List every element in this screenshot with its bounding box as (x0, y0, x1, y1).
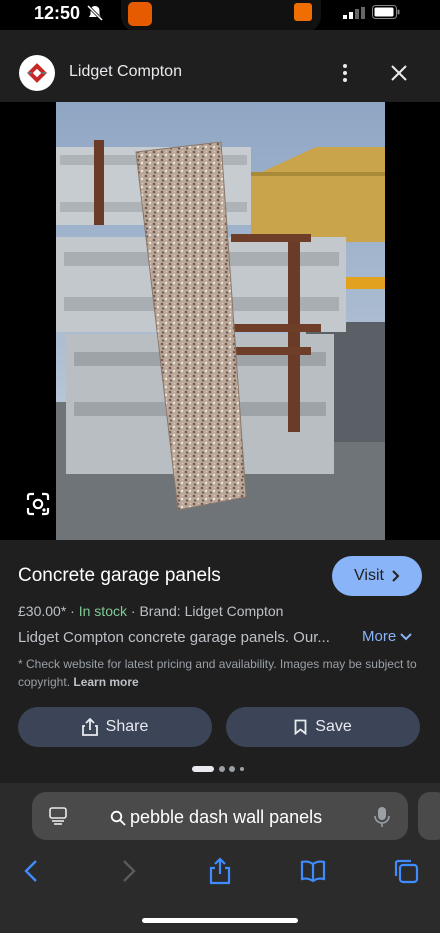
tabs-icon[interactable] (48, 806, 68, 826)
shopping-bag-icon (294, 3, 312, 21)
product-meta: £30.00* · In stock · Brand: Lidget Compt… (18, 603, 283, 619)
product-title[interactable]: Concrete garage panels (18, 565, 221, 587)
bookmarks-icon[interactable] (299, 857, 327, 885)
product-image[interactable] (56, 102, 385, 540)
close-icon[interactable] (389, 63, 409, 83)
header (0, 30, 440, 102)
disclaimer: * Check website for latest pricing and a… (18, 655, 418, 691)
price: £30.00* (18, 603, 67, 619)
product-description: Lidget Compton concrete garage panels. O… (18, 629, 330, 646)
status-time: 12:50 (34, 3, 81, 23)
separator: · (130, 603, 136, 619)
share-label: Share (105, 718, 149, 735)
page-indicator (192, 766, 244, 772)
save-label: Save (315, 718, 352, 735)
battery-icon (372, 5, 400, 19)
more-label: More (362, 628, 397, 645)
bell-slash-icon (86, 4, 104, 22)
tabs-overview-icon[interactable] (392, 857, 420, 885)
visit-label: Visit (354, 567, 384, 584)
stock-status: In stock (78, 603, 127, 619)
next-tab-peek[interactable] (418, 792, 440, 840)
separator: · (70, 603, 75, 619)
home-indicator[interactable] (142, 918, 298, 923)
chevron-down-icon (400, 632, 412, 640)
app-icon (128, 2, 152, 26)
signal-icon (343, 7, 365, 19)
search-query-text: pebble dash wall panels (130, 807, 323, 827)
chevron-right-icon (392, 570, 400, 582)
share-sheet-icon[interactable] (206, 857, 234, 885)
back-icon[interactable] (18, 857, 46, 885)
lens-icon[interactable] (25, 491, 51, 517)
brand: Brand: Lidget Compton (139, 603, 284, 619)
mic-icon[interactable] (374, 806, 390, 828)
share-icon (81, 718, 98, 736)
more-vert-icon[interactable] (335, 62, 355, 84)
search-query[interactable]: pebble dash wall panels (110, 807, 322, 828)
save-button[interactable]: Save (226, 707, 420, 747)
site-logo (19, 55, 55, 91)
forward-icon[interactable] (114, 857, 142, 885)
site-name[interactable]: Lidget Compton (69, 63, 182, 81)
visit-button[interactable]: Visit (332, 556, 422, 596)
share-button[interactable]: Share (18, 707, 212, 747)
search-icon (110, 810, 126, 826)
learn-more-link[interactable]: Learn more (73, 675, 138, 689)
more-button[interactable]: More (362, 628, 412, 645)
bookmark-icon (294, 719, 307, 735)
